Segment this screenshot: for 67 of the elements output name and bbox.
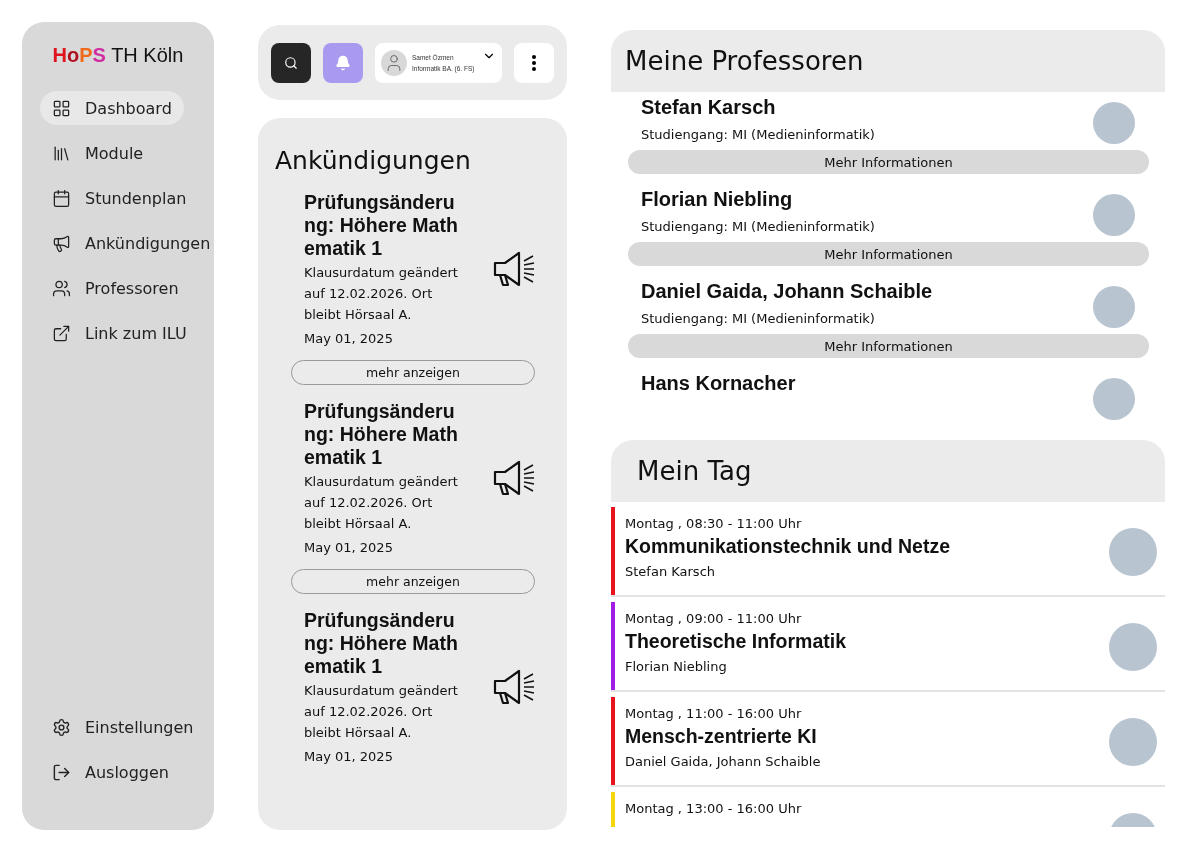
- course-title: Mensch-zentrierte KI: [625, 725, 818, 748]
- course-title: Theoretische Informatik: [625, 630, 847, 653]
- nav-item[interactable]: Ausloggen: [40, 755, 181, 789]
- logo: HoPS TH Köln: [51, 44, 185, 67]
- nav-item[interactable]: Einstellungen: [40, 710, 206, 744]
- announcement-title: Prüfungsänderung: Höhere Mathematik 1: [304, 609, 459, 678]
- professor-program: Studiengang: MI (Medieninformatik): [641, 311, 876, 326]
- show-more-button[interactable]: mehr anzeigen: [291, 360, 535, 385]
- lecturer-name: Daniel Gaida, Johann Schaible: [625, 754, 821, 769]
- photo-placeholder: [1109, 623, 1157, 671]
- schedule-time: Montag , 09:00 - 11:00 Uhr: [625, 611, 803, 626]
- settings-icon: [52, 717, 71, 737]
- more-icon: [532, 54, 536, 71]
- nav-icon: [52, 278, 71, 298]
- announcement-text: Klausurdatum geändert auf 12.02.2026. Ort bleibt Hörsaal A.: [304, 473, 459, 533]
- schedule-time: Montag , 08:30 - 11:00 Uhr: [625, 516, 803, 531]
- panel-title: Mein Tag: [611, 440, 1165, 502]
- schedule-time: Montag , 13:00 - 16:00 Uhr: [625, 801, 802, 816]
- logout-icon: [52, 762, 71, 782]
- photo-placeholder: [1109, 528, 1157, 576]
- nav-icon: [52, 98, 71, 118]
- panel-title: Ankündigungen: [275, 146, 472, 175]
- panel-title: Meine Professoren: [611, 30, 1165, 92]
- nav-icon: [52, 323, 71, 343]
- photo-placeholder: [1093, 286, 1135, 328]
- schedule-entry[interactable]: Montag , 13:00 - 16:00 Uhr: [611, 792, 1165, 827]
- bell-icon: [335, 54, 351, 71]
- nav-item[interactable]: Stundenplan: [40, 181, 199, 215]
- search-button[interactable]: [271, 42, 311, 83]
- schedule-entry[interactable]: Montag , 08:30 - 11:00 Uhr Kommunikationstechnik und Netze Stefan Karsch: [611, 507, 1165, 597]
- professor-name: Daniel Gaida, Johann Schaible: [641, 280, 933, 303]
- more-button[interactable]: [514, 42, 554, 83]
- announcement-title: Prüfungsänderung: Höhere Mathematik 1: [304, 400, 459, 469]
- more-info-button[interactable]: Mehr Informationen: [628, 150, 1149, 174]
- schedule-time: Montag , 11:00 - 16:00 Uhr: [625, 706, 803, 721]
- nav-icon: [52, 188, 71, 208]
- nav-item[interactable]: Module: [40, 136, 156, 170]
- nav-item[interactable]: Dashboard: [40, 91, 184, 125]
- schedule-entry[interactable]: Montag , 09:00 - 11:00 Uhr Theoretische Informatik Florian Niebling: [611, 602, 1165, 692]
- photo-placeholder: [1093, 194, 1135, 236]
- announcement-date: May 01, 2025: [304, 331, 394, 346]
- photo-placeholder: [1109, 718, 1157, 766]
- schedule-entry[interactable]: Montag , 11:00 - 16:00 Uhr Mensch-zentrierte KI Daniel Gaida, Johann Schaible: [611, 697, 1165, 787]
- lecturer-name: Florian Niebling: [625, 659, 728, 674]
- lecturer-name: Stefan Karsch: [625, 564, 717, 579]
- professor-name: Stefan Karsch: [641, 96, 777, 119]
- nav-item[interactable]: Ankündigungen: [40, 226, 223, 260]
- professor-name: Hans Kornacher: [641, 372, 796, 395]
- nav-item[interactable]: Link zum ILU: [40, 316, 199, 350]
- more-info-button[interactable]: Mehr Informationen: [628, 334, 1149, 358]
- search-icon: [284, 55, 298, 70]
- course-title: Kommunikationstechnik und Netze: [625, 535, 951, 558]
- professor-program: Studiengang: MI (Medieninformatik): [641, 219, 875, 234]
- photo-placeholder: [1093, 378, 1135, 420]
- announcement-date: May 01, 2025: [304, 749, 394, 764]
- nav-icon: [52, 233, 71, 253]
- announcement-date: May 01, 2025: [304, 540, 394, 555]
- more-info-button[interactable]: Mehr Informationen: [628, 242, 1149, 266]
- announcement-text: Klausurdatum geändert auf 12.02.2026. Ort bleibt Hörsaal A.: [304, 682, 459, 742]
- announcement-title: Prüfungsänderung: Höhere Mathematik 1: [304, 191, 459, 260]
- photo-placeholder: [1093, 102, 1135, 144]
- professor-program: Studiengang: MI (Medieninformatik): [641, 127, 875, 142]
- nav-item[interactable]: Professoren: [40, 271, 191, 305]
- avatar-icon: [381, 49, 407, 76]
- show-more-button[interactable]: mehr anzeigen: [291, 569, 535, 594]
- announcement-text: Klausurdatum geändert auf 12.02.2026. Ort bleibt Hörsaal A.: [304, 264, 459, 324]
- professor-name: Florian Niebling: [641, 188, 794, 211]
